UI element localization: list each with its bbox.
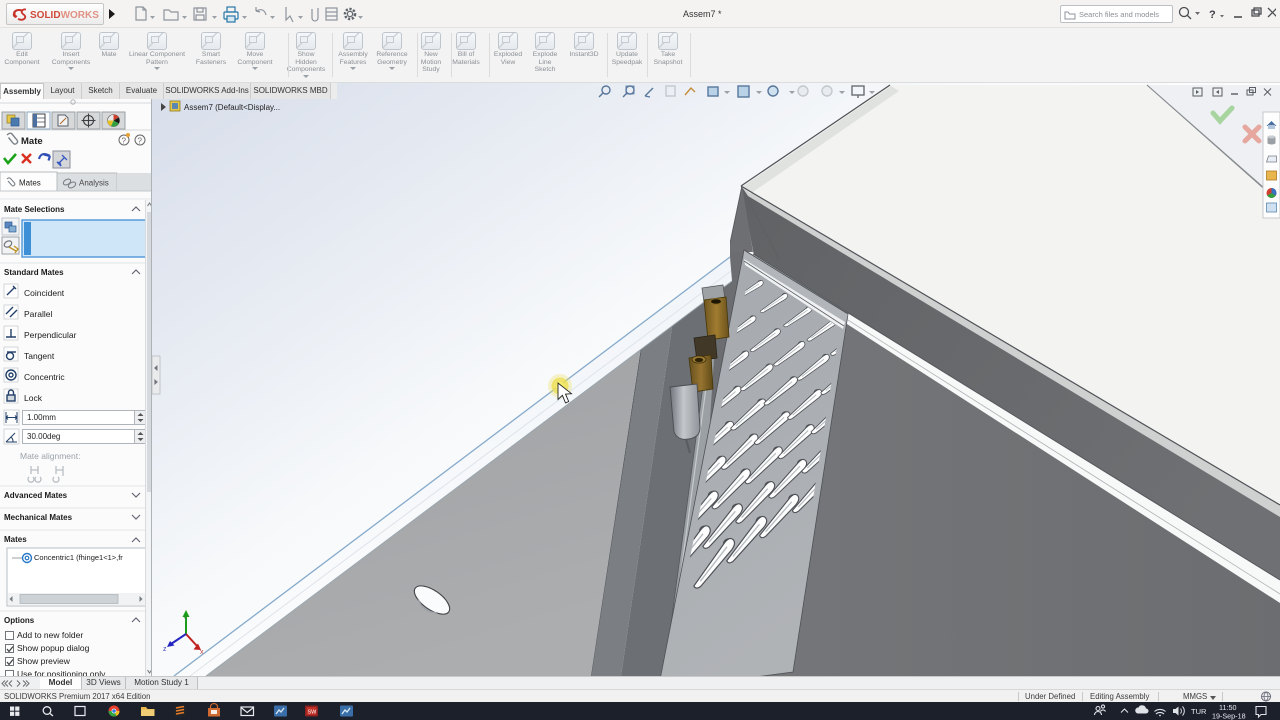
svg-text:SW: SW: [308, 710, 318, 716]
svg-text:Assem7 (Default<Display...: Assem7 (Default<Display...: [184, 103, 280, 112]
svg-text:Mates: Mates: [19, 179, 41, 188]
svg-text:Mate: Mate: [21, 136, 43, 147]
svg-text:Standard Mates: Standard Mates: [4, 268, 64, 277]
svg-text:SOLIDWORKS: SOLIDWORKS: [30, 10, 99, 21]
svg-text:TUR: TUR: [1191, 707, 1207, 716]
svg-text:?: ?: [122, 137, 127, 146]
svg-text:?: ?: [138, 137, 143, 146]
svg-text:Mate Selections: Mate Selections: [4, 205, 65, 214]
svg-text:Y: Y: [183, 616, 188, 623]
svg-text:19-Sep-18: 19-Sep-18: [1212, 712, 1246, 720]
svg-text:x: x: [200, 649, 204, 656]
svg-text:?: ?: [1209, 9, 1216, 21]
svg-text:Analysis: Analysis: [79, 179, 109, 188]
svg-text:z: z: [163, 646, 167, 653]
